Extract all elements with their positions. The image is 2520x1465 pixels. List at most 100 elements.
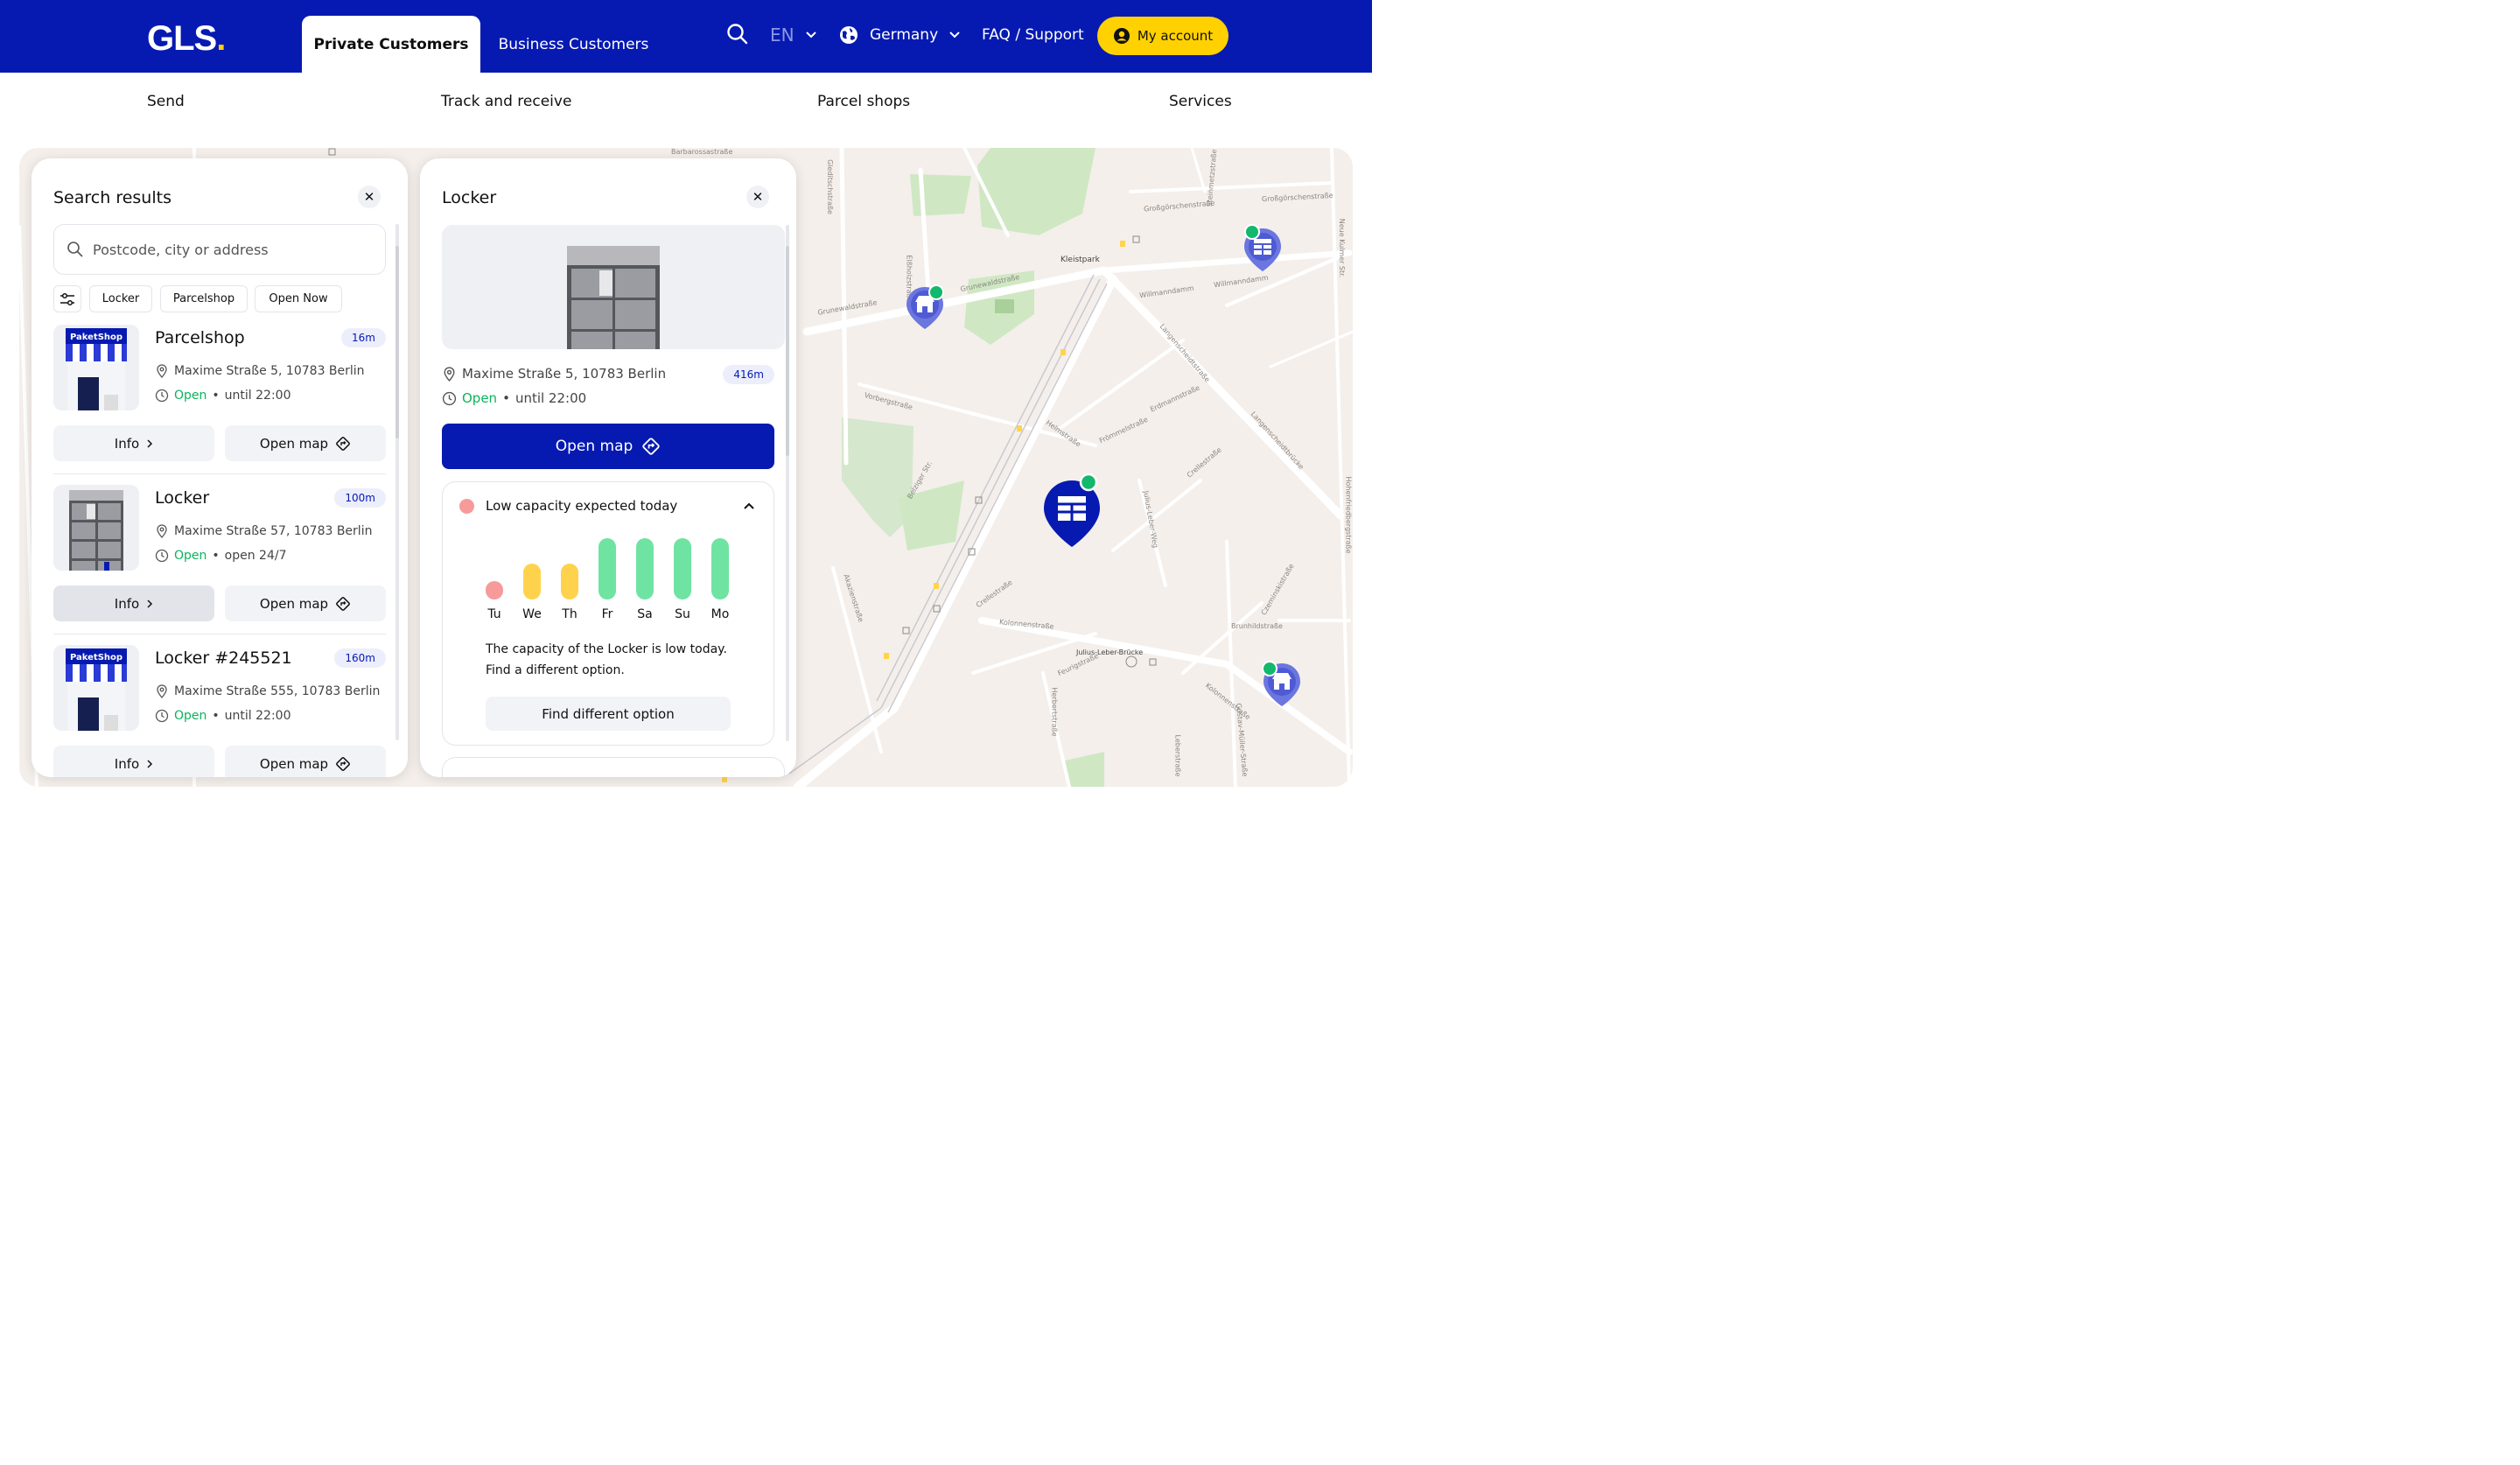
street-label: Gleditschstraße	[825, 159, 834, 214]
street-label: Barbarossastraße	[671, 148, 733, 156]
location-pin-icon	[157, 524, 167, 538]
capacity-bar	[711, 538, 729, 599]
street-label: Julius-Leber-Brücke	[1076, 648, 1144, 656]
result-card[interactable]: PaketShop Locker #245521 160m Maxime Str…	[53, 645, 386, 777]
capacity-bar	[486, 581, 503, 599]
open-map-button[interactable]: Open map	[225, 585, 386, 621]
address-text: Maxime Straße 5, 10783 Berlin	[462, 366, 667, 382]
divider	[53, 473, 386, 474]
nav-send[interactable]: Send	[147, 93, 185, 110]
parcelshop-map-pin[interactable]	[905, 284, 948, 341]
parcelshop-thumbnail: PaketShop	[53, 325, 139, 410]
search-field[interactable]	[53, 224, 386, 275]
street-label: Leberstraße	[1173, 734, 1182, 777]
locker-map-pin[interactable]	[1241, 223, 1284, 281]
result-name: Parcelshop	[155, 328, 245, 347]
chevron-right-icon	[147, 599, 153, 608]
capacity-message: The capacity of the Locker is low today.	[486, 642, 727, 656]
nav-services[interactable]: Services	[1169, 93, 1232, 110]
distance-badge: 16m	[341, 328, 386, 347]
parcelshop-thumbnail: PaketShop	[53, 645, 139, 731]
locker-photo	[442, 225, 785, 349]
tab-business-customers[interactable]: Business Customers	[488, 16, 659, 73]
tab-private-customers[interactable]: Private Customers	[302, 16, 480, 73]
result-address: Maxime Straße 5, 10783 Berlin	[155, 364, 365, 378]
hours-text: until 22:00	[224, 389, 291, 403]
search-input[interactable]	[93, 241, 355, 258]
info-button[interactable]: Info	[53, 425, 214, 461]
chevron-right-icon	[147, 438, 153, 448]
filter-open-now-chip[interactable]: Open Now	[255, 285, 342, 312]
selected-locker-map-pin[interactable]	[1039, 472, 1109, 557]
info-button[interactable]: Info	[53, 585, 214, 621]
result-hours: Open • open 24/7	[155, 549, 287, 563]
filter-settings-button[interactable]	[53, 285, 81, 312]
capacity-message: Find a different option.	[486, 663, 625, 677]
capacity-day-label: Th	[562, 607, 578, 621]
street-label: Kleistpark	[1060, 256, 1100, 264]
distance-badge: 160m	[334, 648, 386, 668]
directions-icon	[336, 436, 350, 451]
open-map-button[interactable]: Open map	[225, 746, 386, 777]
my-account-label: My account	[1137, 28, 1214, 44]
filter-parcelshop-chip[interactable]: Parcelshop	[160, 285, 248, 312]
capacity-status-dot	[459, 499, 474, 514]
capacity-bar	[523, 564, 541, 599]
country-selector[interactable]: Germany	[838, 25, 961, 46]
gls-logo[interactable]: GLS.	[147, 19, 226, 59]
open-status: Open	[462, 390, 498, 406]
address-text: Maxime Straße 57, 10783 Berlin	[174, 524, 373, 538]
user-icon	[1113, 28, 1130, 44]
locker-address: Maxime Straße 5, 10783 Berlin	[442, 366, 666, 382]
panel-title: Search results	[53, 188, 172, 207]
globe-icon	[840, 26, 858, 44]
directions-icon	[642, 438, 660, 455]
chevron-right-icon	[147, 759, 153, 768]
distance-badge: 416m	[723, 365, 774, 384]
filter-locker-chip[interactable]: Locker	[89, 285, 152, 312]
sliders-icon	[60, 292, 74, 305]
my-account-button[interactable]: My account	[1097, 17, 1228, 55]
capacity-day-label: Tu	[487, 607, 501, 621]
scrollbar-thumb[interactable]	[396, 246, 399, 438]
open-map-primary-button[interactable]: Open map	[442, 424, 774, 469]
chevron-down-icon	[805, 32, 816, 39]
paketshop-sign: PaketShop	[70, 333, 122, 342]
locker-detail-panel: Locker ✕ Maxime Straße 5, 10783 Berlin 4…	[420, 158, 796, 777]
close-icon[interactable]: ✕	[746, 186, 769, 208]
faq-support-link[interactable]: FAQ / Support	[982, 26, 1084, 44]
street-label: Herbertstraße	[1050, 687, 1059, 737]
result-hours: Open • until 22:00	[155, 709, 290, 723]
result-card[interactable]: Locker 100m Maxime Straße 57, 10783 Berl…	[53, 485, 386, 634]
search-icon[interactable]	[726, 23, 749, 49]
result-hours: Open • until 22:00	[155, 389, 290, 403]
result-name: Locker	[155, 488, 210, 508]
collapsed-card[interactable]	[442, 757, 785, 777]
parcelshop-map-pin[interactable]	[1260, 658, 1304, 716]
find-different-option-button[interactable]: Find different option	[486, 697, 731, 731]
close-icon[interactable]: ✕	[358, 186, 381, 208]
hours-text: until 22:00	[514, 390, 587, 406]
open-map-button[interactable]: Open map	[225, 425, 386, 461]
capacity-bar	[636, 538, 654, 599]
clock-icon	[442, 391, 457, 405]
chevron-down-icon	[949, 32, 960, 39]
search-results-panel: Search results ✕ Locker Parcelshop Open …	[32, 158, 408, 777]
result-card[interactable]: PaketShop Parcelshop 16m Maxime Straße 5…	[53, 325, 386, 473]
street-label: Hohenfriedbergstraße	[1344, 476, 1353, 554]
language-label: EN	[770, 25, 794, 46]
scrollbar-thumb[interactable]	[786, 246, 789, 456]
result-name: Locker #245521	[155, 648, 292, 668]
capacity-bar	[598, 538, 616, 599]
locker-thumbnail	[53, 485, 139, 571]
clock-icon	[155, 709, 169, 723]
nav-track-and-receive[interactable]: Track and receive	[441, 93, 571, 110]
chevron-up-icon[interactable]	[743, 501, 755, 510]
open-status: Open	[174, 709, 207, 723]
info-button[interactable]: Info	[53, 746, 214, 777]
country-label: Germany	[870, 26, 939, 44]
language-selector[interactable]: EN	[770, 25, 817, 46]
capacity-card: Low capacity expected today Tu We Th Fr Sa Su…	[442, 481, 774, 746]
nav-parcel-shops[interactable]: Parcel shops	[817, 93, 910, 110]
directions-icon	[336, 596, 350, 611]
